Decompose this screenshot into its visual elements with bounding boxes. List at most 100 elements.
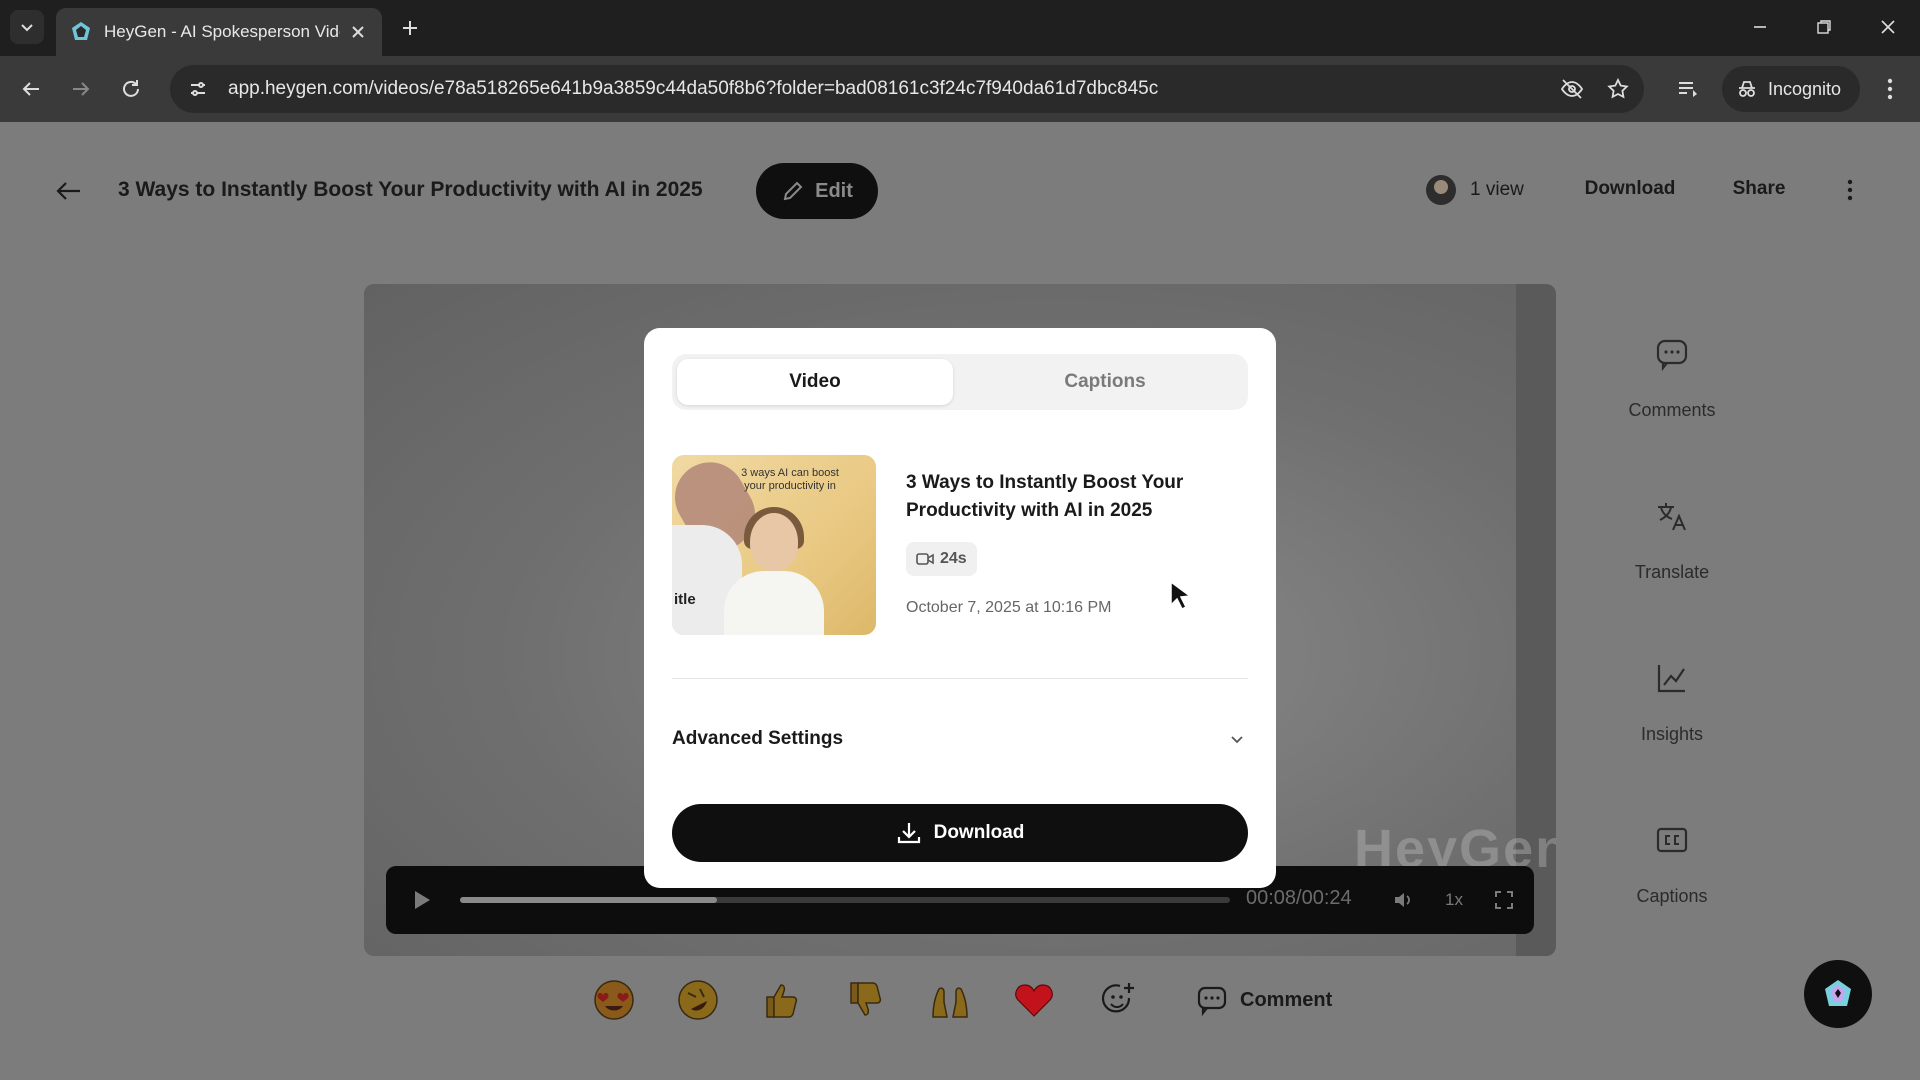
translate-icon	[1652, 496, 1692, 536]
heart-emoji[interactable]	[1008, 974, 1060, 1026]
download-type-tabs: Video Captions	[672, 354, 1248, 410]
browser-tab-bar: HeyGen - AI Spokesperson Vide	[0, 0, 1920, 56]
avatar	[1426, 175, 1456, 205]
edit-label: Edit	[815, 179, 853, 202]
video-thumbnail: 3 ways AI can boost your productivity in…	[672, 455, 876, 635]
video-camera-icon	[916, 553, 934, 565]
chevron-down-icon	[1226, 728, 1248, 750]
incognito-indicator[interactable]: Incognito	[1722, 66, 1860, 112]
more-options-button[interactable]	[1828, 168, 1872, 212]
incognito-icon	[1739, 81, 1755, 97]
chart-icon	[1652, 658, 1692, 698]
comment-icon	[1197, 986, 1227, 1016]
minimize-icon	[1754, 26, 1766, 28]
progress-bar[interactable]	[460, 897, 1230, 903]
download-label: Download	[933, 822, 1025, 843]
new-tab-button[interactable]	[396, 14, 424, 42]
restore-icon	[1817, 20, 1831, 34]
play-icon	[415, 891, 430, 909]
forward-nav-button[interactable]	[64, 72, 98, 106]
side-captions-label: Captions	[1636, 886, 1708, 906]
more-vertical-icon	[1847, 179, 1853, 201]
star-icon	[1607, 77, 1629, 99]
thumbnail-body	[724, 571, 824, 635]
thumbnail-side-text: itle	[674, 591, 696, 608]
arrow-right-icon	[73, 82, 90, 96]
more-vertical-icon	[1887, 78, 1893, 100]
modal-video-title: 3 Ways to Instantly Boost Your Productiv…	[906, 472, 1184, 521]
close-window-button[interactable]	[1870, 12, 1906, 42]
mouse-cursor-icon	[1170, 580, 1192, 610]
comment-button[interactable]: Comment	[1196, 984, 1332, 1016]
advanced-settings-toggle[interactable]: Advanced Settings	[672, 724, 1248, 754]
heart-eyes-emoji[interactable]	[588, 974, 640, 1026]
side-translate-button[interactable]: Translate	[1612, 496, 1732, 583]
thumbnail-face	[750, 513, 798, 571]
heygen-logo-icon	[72, 22, 90, 40]
thumbs-up-emoji[interactable]	[756, 974, 808, 1026]
pencil-icon	[783, 181, 803, 201]
edit-button[interactable]: Edit	[756, 163, 878, 219]
duration-text: 24s	[940, 550, 967, 567]
side-comments-button[interactable]: Comments	[1612, 334, 1732, 421]
restore-button[interactable]	[1806, 12, 1842, 42]
duration-badge: 24s	[906, 542, 977, 576]
tab-search-button[interactable]	[10, 10, 44, 44]
plus-icon	[403, 21, 417, 35]
chevron-down-icon	[21, 24, 33, 32]
browser-toolbar: app.heygen.com/videos/e78a518265e641b9a3…	[0, 56, 1920, 122]
progress-fill	[460, 897, 717, 903]
fullscreen-icon	[1495, 891, 1513, 909]
media-list-icon	[1679, 82, 1697, 97]
arrow-left-icon	[22, 82, 39, 96]
address-bar[interactable]: app.heygen.com/videos/e78a518265e641b9a3…	[170, 65, 1644, 113]
minimize-button[interactable]	[1742, 12, 1778, 42]
bookmark-button[interactable]	[1604, 75, 1632, 103]
browser-menu-button[interactable]	[1874, 73, 1906, 105]
page-title: 3 Ways to Instantly Boost Your Productiv…	[118, 178, 703, 201]
side-comments-label: Comments	[1628, 400, 1716, 420]
share-button[interactable]: Share	[1714, 166, 1804, 212]
reaction-bar: Comment	[588, 974, 1332, 1026]
volume-button[interactable]	[1390, 886, 1418, 914]
tune-icon	[191, 82, 205, 96]
video-date: October 7, 2025 at 10:16 PM	[906, 599, 1112, 616]
tab-video[interactable]: Video	[677, 359, 953, 405]
rolling-laugh-emoji[interactable]	[672, 974, 724, 1026]
close-tab-icon[interactable]	[348, 22, 368, 42]
reload-button[interactable]	[114, 72, 148, 106]
side-translate-label: Translate	[1634, 562, 1710, 582]
side-insights-button[interactable]: Insights	[1612, 658, 1732, 745]
playback-speed-button[interactable]: 1x	[1440, 886, 1468, 914]
raised-hands-emoji[interactable]	[924, 974, 976, 1026]
eye-off-icon	[1560, 79, 1584, 99]
download-header-button[interactable]: Download	[1574, 166, 1686, 212]
fullscreen-button[interactable]	[1490, 886, 1518, 914]
back-button[interactable]	[52, 174, 86, 208]
site-info-button[interactable]	[178, 69, 218, 109]
volume-icon	[1395, 893, 1410, 907]
comment-icon	[1652, 334, 1692, 374]
heygen-assistant-button[interactable]	[1804, 960, 1872, 1028]
modal-divider	[672, 678, 1248, 679]
reload-icon	[123, 80, 139, 97]
side-captions-button[interactable]: Captions	[1612, 820, 1732, 907]
download-icon	[897, 823, 920, 844]
back-nav-button[interactable]	[14, 72, 48, 106]
views-indicator[interactable]: 1 view	[1426, 168, 1524, 212]
advanced-settings-label: Advanced Settings	[672, 728, 844, 749]
tab-captions[interactable]: Captions	[967, 359, 1243, 405]
heygen-logo-icon	[1825, 980, 1851, 1006]
views-count: 1 view	[1470, 179, 1524, 200]
thumbs-down-emoji[interactable]	[840, 974, 892, 1026]
reading-list-button[interactable]	[1672, 73, 1704, 105]
add-reaction-icon[interactable]	[1092, 974, 1144, 1026]
thumbnail-caption: 3 ways AI can boost your productivity in	[741, 467, 839, 492]
close-icon	[1881, 20, 1895, 34]
play-button[interactable]	[408, 886, 436, 914]
tracking-protection-button[interactable]	[1558, 75, 1586, 103]
arrow-left-icon	[56, 182, 80, 200]
download-button[interactable]: Download	[672, 804, 1248, 862]
playback-time: 00:08/00:24	[1246, 887, 1352, 909]
browser-tab-active[interactable]: HeyGen - AI Spokesperson Vide	[56, 8, 382, 56]
